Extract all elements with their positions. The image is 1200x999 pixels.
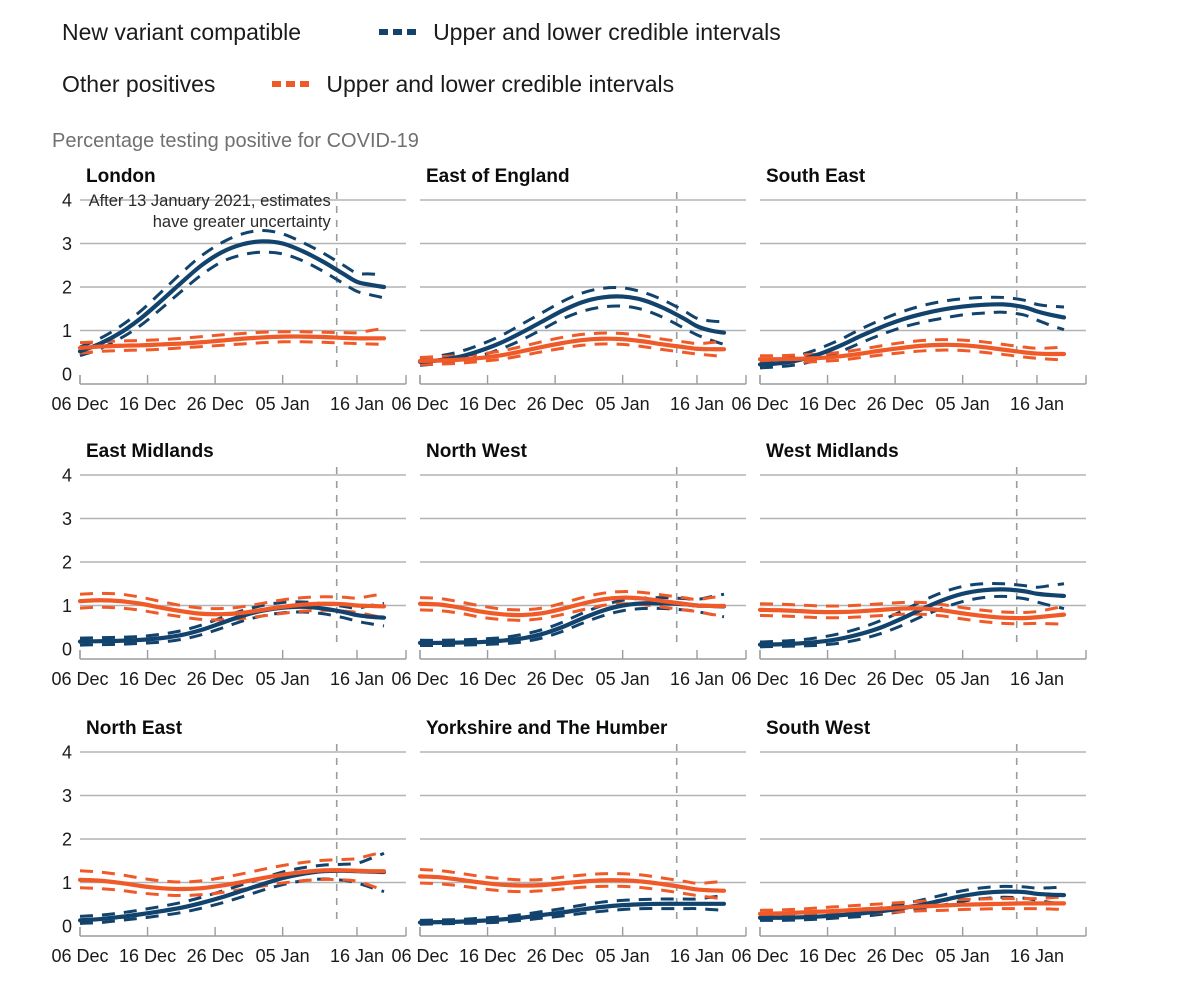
x-tick-label: 16 Jan [1010,946,1064,966]
x-tick-label: 05 Jan [936,669,990,689]
y-tick-label: 3 [62,509,72,529]
x-tick-label: 16 Jan [670,394,724,414]
x-tick-label: 06 Dec [51,669,108,689]
panel-title: East Midlands [86,441,214,462]
panel-plot: 06 Dec 16 Dec 26 Dec 05 Jan 16 Jan [731,467,1087,689]
x-tick-label: 05 Jan [596,669,650,689]
legend-row-2: Other positives Upper and lower credible… [0,58,1200,110]
chart-subtitle: Percentage testing positive for COVID-19 [52,130,419,152]
x-tick-label: 16 Dec [459,669,516,689]
y-tick-label: 4 [62,191,72,211]
panel-title: South East [766,166,866,187]
panel-title: North East [86,718,183,739]
line-dashed-icon [377,29,421,35]
x-tick-label: 05 Jan [596,394,650,414]
x-tick-label: 16 Jan [670,946,724,966]
chart-panel-south-west: South West 06 Dec 16 Dec 26 Dec 05 Jan 16 Jan [731,710,1132,985]
x-tick-label: 16 Jan [330,946,384,966]
x-tick-label: 05 Jan [256,669,310,689]
x-tick-label: 16 Dec [799,946,856,966]
y-tick-label: 0 [62,917,72,937]
x-tick-label: 26 Dec [527,946,584,966]
x-tick-label: 16 Dec [119,946,176,966]
y-tick-label: 0 [62,640,72,660]
legend-item-new-variant-ci: Upper and lower credible intervals [377,19,781,46]
panel-plot: 06 Dec 16 Dec 26 Dec 05 Jan 16 Jan [731,192,1087,414]
x-tick-label: 26 Dec [527,394,584,414]
line-dashed-icon [270,81,314,87]
x-tick-label: 16 Dec [459,946,516,966]
x-tick-label: 16 Dec [799,394,856,414]
x-tick-label: 06 Dec [731,946,788,966]
series-credible-interval [79,850,385,884]
x-tick-label: 06 Dec [51,394,108,414]
x-tick-label: 05 Jan [256,946,310,966]
x-tick-label: 16 Jan [330,669,384,689]
y-tick-label: 2 [62,278,72,298]
x-tick-label: 05 Jan [256,394,310,414]
panel-title: London [86,166,156,187]
series-credible-interval [419,894,725,922]
y-tick-label: 1 [62,873,72,893]
chart-page: New variant compatible Upper and lower c… [0,0,1200,999]
series-line [77,868,387,892]
x-tick-label: 26 Dec [187,394,244,414]
y-tick-label: 4 [62,466,72,486]
panel-title: East of England [426,166,570,187]
x-tick-label: 16 Jan [1010,394,1064,414]
panel-title: Yorkshire and The Humber [426,718,668,739]
x-tick-label: 26 Dec [187,946,244,966]
legend-label-new-variant: New variant compatible [62,18,302,45]
x-tick-label: 26 Dec [527,669,584,689]
y-tick-label: 1 [62,321,72,341]
panel-title: South West [766,718,871,739]
x-tick-label: 06 Dec [51,946,108,966]
x-tick-label: 16 Jan [670,669,724,689]
panel-plot: 06 Dec 16 Dec 26 Dec 05 Jan 16 Jan [731,744,1087,966]
panel-title: West Midlands [766,441,899,462]
x-tick-label: 06 Dec [731,669,788,689]
legend-label-new-variant-ci: Upper and lower credible intervals [433,18,781,45]
legend-label-other-positives-ci: Upper and lower credible intervals [326,70,675,97]
uncertainty-annotation-line1: After 13 January 2021, estimates [89,192,331,210]
x-tick-label: 16 Dec [799,669,856,689]
series-line [417,874,727,893]
x-tick-label: 16 Jan [1010,669,1064,689]
y-tick-label: 4 [62,743,72,763]
y-tick-label: 2 [62,830,72,850]
x-tick-label: 06 Dec [391,946,448,966]
x-tick-label: 26 Dec [187,669,244,689]
uncertainty-annotation-line2: have greater uncertainty [153,213,332,231]
y-tick-label: 3 [62,786,72,806]
legend-item-other-positives-ci: Upper and lower credible intervals [270,71,674,98]
x-tick-label: 06 Dec [391,669,448,689]
x-tick-label: 26 Dec [867,394,924,414]
x-tick-label: 16 Dec [119,669,176,689]
chart-legend: New variant compatible Upper and lower c… [0,0,1200,110]
legend-item-other-positives: Other positives [50,71,215,98]
series-line [417,901,727,925]
y-tick-label: 3 [62,234,72,254]
legend-row-1: New variant compatible Upper and lower c… [0,6,1200,58]
y-tick-label: 0 [62,365,72,385]
x-tick-label: 16 Jan [330,394,384,414]
x-tick-label: 26 Dec [867,946,924,966]
y-tick-label: 2 [62,553,72,573]
x-tick-label: 05 Jan [596,946,650,966]
x-tick-label: 06 Dec [391,394,448,414]
chart-panel-south-east: South East 06 Dec 16 Dec 26 Dec 05 Jan 16 Jan [731,158,1132,433]
legend-label-other-positives: Other positives [62,70,216,97]
x-tick-label: 16 Dec [119,394,176,414]
x-tick-label: 26 Dec [867,669,924,689]
x-tick-label: 05 Jan [936,394,990,414]
small-multiples-grid: London 0 1 2 3 4 06 Dec 16 Dec 26 Dec 05 Jan 16 Ja… [0,158,1200,985]
x-tick-label: 06 Dec [731,394,788,414]
chart-panel-west-midlands: West Midlands 06 Dec 16 Dec 26 Dec 05 Jan 16 … [731,433,1132,708]
panel-title: North West [426,441,527,462]
x-tick-label: 05 Jan [936,946,990,966]
y-tick-label: 1 [62,596,72,616]
legend-item-new-variant: New variant compatible [50,19,301,46]
x-tick-label: 16 Dec [459,394,516,414]
